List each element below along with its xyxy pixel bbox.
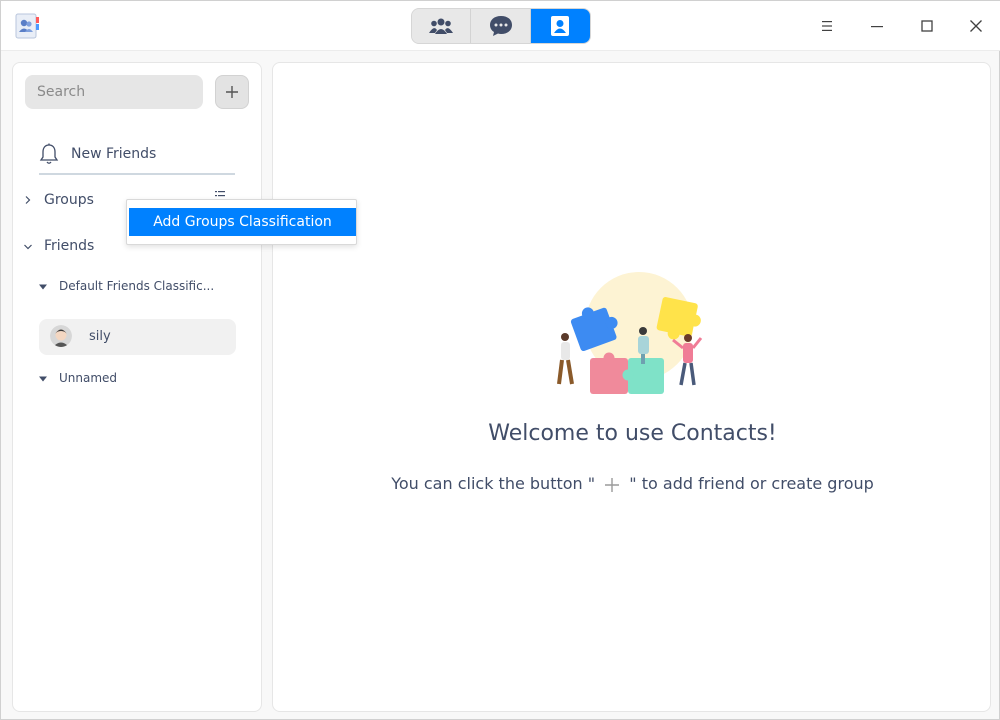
bell-icon	[39, 143, 59, 164]
triangle-down-icon	[39, 376, 47, 382]
classification-default-label: Default Friends Classific...	[59, 279, 215, 293]
new-friends-item[interactable]: New Friends	[39, 139, 235, 175]
welcome-hint: You can click the button " " to add frie…	[273, 474, 992, 493]
close-icon	[970, 20, 982, 32]
chat-view-button[interactable]	[471, 9, 531, 43]
hint-text-before: You can click the button "	[391, 474, 596, 493]
classification-unnamed[interactable]: Unnamed	[37, 365, 237, 393]
contact-item[interactable]: sily	[39, 319, 236, 355]
puzzle-illustration-icon	[557, 272, 703, 394]
maximize-button[interactable]	[902, 1, 952, 51]
groups-view-button[interactable]	[412, 9, 472, 43]
new-friends-label: New Friends	[71, 146, 157, 162]
menu-button[interactable]	[802, 1, 852, 51]
groups-label: Groups	[44, 192, 94, 208]
close-button[interactable]	[951, 1, 1000, 51]
chevron-right-icon	[25, 196, 31, 204]
context-menu: Add Groups Classification	[126, 199, 357, 245]
add-groups-classification-item[interactable]: Add Groups Classification	[129, 208, 356, 236]
avatar	[50, 325, 72, 347]
classification-unnamed-label: Unnamed	[59, 371, 118, 385]
view-switcher	[411, 8, 591, 44]
maximize-icon	[921, 20, 933, 32]
plus-icon	[226, 86, 238, 98]
chevron-down-icon	[24, 244, 32, 250]
menu-icon	[822, 21, 832, 31]
main-panel: Welcome to use Contacts! You can click t…	[272, 62, 991, 712]
add-button[interactable]	[215, 75, 249, 109]
sidebar: New Friends Groups Friends	[12, 62, 262, 712]
contact-name: sily	[89, 329, 111, 344]
contact-card-icon	[551, 16, 570, 36]
title-bar	[1, 1, 1000, 51]
contacts-window: New Friends Groups Friends	[0, 0, 1000, 720]
friends-label: Friends	[44, 238, 95, 254]
contacts-view-button[interactable]	[530, 9, 590, 43]
classification-default[interactable]: Default Friends Classific...	[37, 273, 237, 301]
search-input[interactable]	[25, 75, 203, 109]
triangle-down-icon	[39, 284, 47, 290]
hint-text-after: " to add friend or create group	[629, 474, 874, 493]
minimize-button[interactable]	[852, 1, 902, 51]
plus-icon	[605, 477, 620, 492]
chat-bubble-icon	[489, 16, 512, 36]
minimize-icon	[871, 26, 883, 28]
people-icon	[429, 18, 454, 34]
welcome-title: Welcome to use Contacts!	[488, 421, 777, 446]
contacts-app-icon[interactable]	[13, 12, 41, 40]
